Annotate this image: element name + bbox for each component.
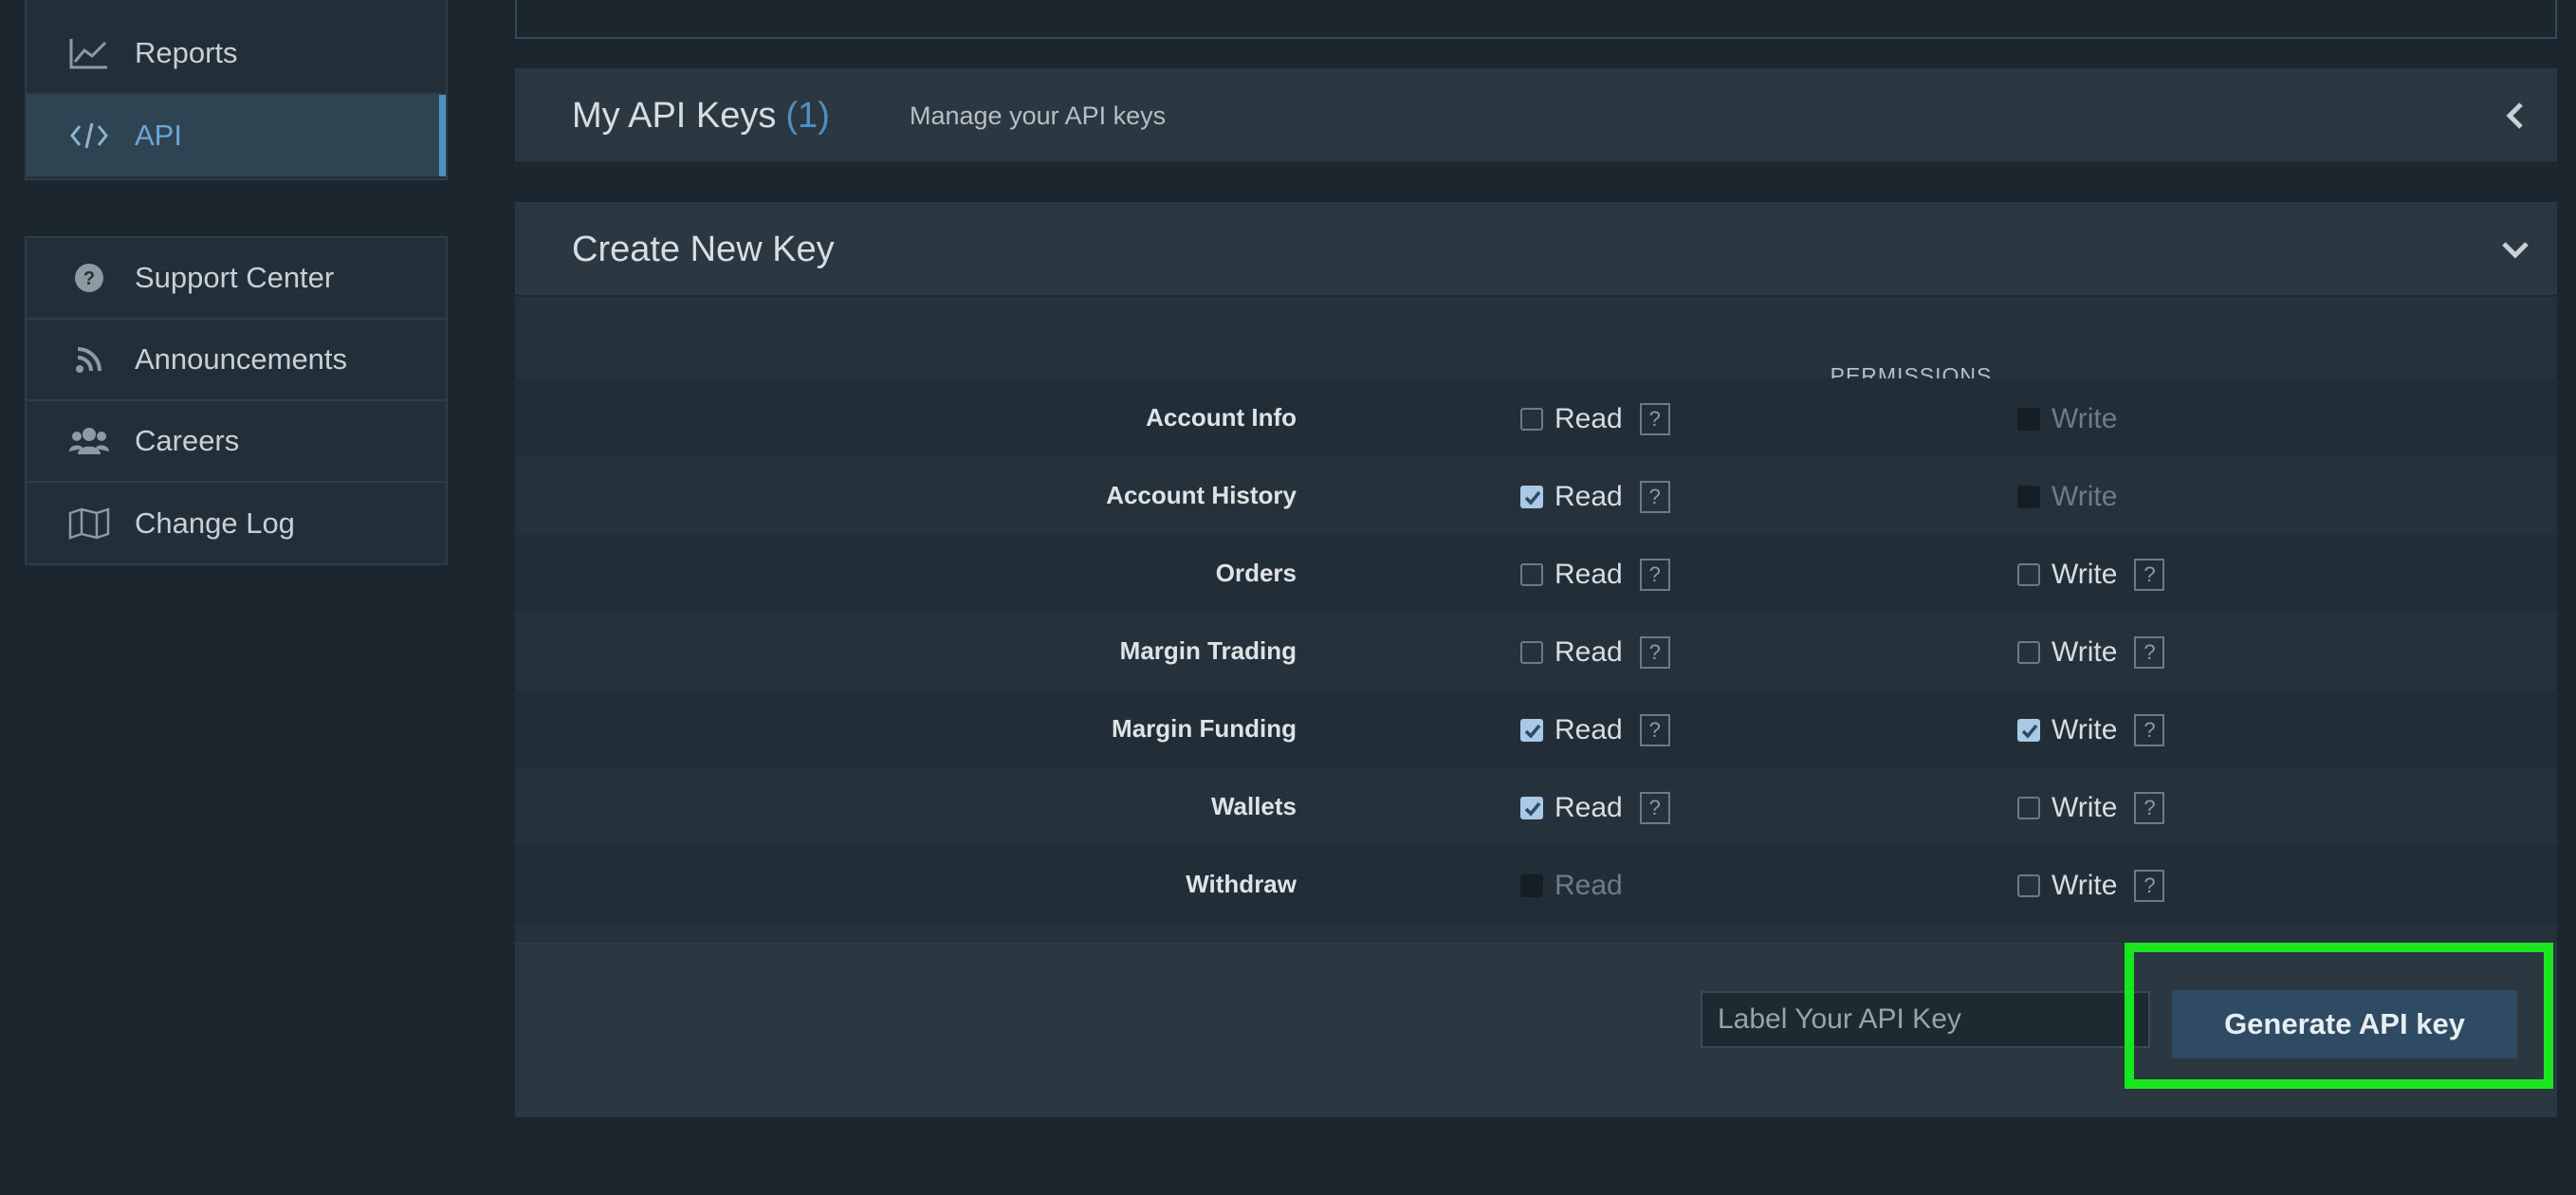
write-label: Write — [2052, 714, 2118, 745]
permission-label: Withdraw — [1186, 869, 1297, 898]
permission-row: Wallets Read? Write? — [515, 767, 2557, 845]
sidebar-item-api[interactable]: API — [27, 95, 446, 176]
help-icon[interactable]: ? — [2134, 870, 2165, 902]
sidebar-nav: Reports API — [25, 0, 448, 180]
read-permission-checkbox[interactable]: Read? — [1520, 792, 1670, 824]
read-label: Read — [1555, 481, 1623, 512]
previous-panel — [515, 0, 2557, 39]
read-permission-checkbox[interactable]: Read? — [1520, 714, 1670, 746]
help-icon[interactable]: ? — [2134, 792, 2165, 824]
sidebar-item-label: API — [135, 119, 182, 152]
read-label: Read — [1555, 714, 1623, 745]
write-label: Write — [2052, 792, 2118, 823]
help-icon[interactable]: ? — [1639, 714, 1670, 746]
read-permission-checkbox[interactable]: Read? — [1520, 636, 1670, 669]
write-permission-checkbox: Write — [2017, 481, 2117, 513]
checkbox-icon — [2017, 408, 2040, 431]
chevron-down-icon[interactable] — [2496, 230, 2534, 268]
checkbox-icon[interactable] — [2017, 874, 2040, 897]
question-circle-icon: ? — [66, 255, 112, 301]
api-key-count: (1) — [785, 95, 830, 136]
help-icon[interactable]: ? — [1639, 403, 1670, 435]
checkbox-icon[interactable] — [1520, 641, 1543, 664]
read-label: Read — [1555, 870, 1623, 901]
write-label: Write — [2052, 403, 2118, 434]
checkbox-icon[interactable] — [2017, 641, 2040, 664]
write-permission-checkbox[interactable]: Write? — [2017, 636, 2165, 669]
permission-row: Account Info Read? Write — [515, 378, 2557, 456]
my-api-keys-title: My API Keys (1) — [572, 95, 830, 136]
read-permission-checkbox[interactable]: Read? — [1520, 559, 1670, 591]
users-icon — [66, 418, 112, 464]
write-permission-checkbox[interactable]: Write? — [2017, 870, 2165, 902]
checkbox-icon[interactable] — [1520, 563, 1543, 586]
permission-label: Margin Trading — [1119, 635, 1297, 665]
checkbox-icon[interactable] — [1520, 408, 1543, 431]
write-permission-checkbox: Write — [2017, 403, 2117, 435]
write-permission-checkbox[interactable]: Write? — [2017, 792, 2165, 824]
create-new-key-title: Create New Key — [572, 229, 835, 269]
help-icon[interactable]: ? — [2134, 636, 2165, 669]
read-permission-checkbox[interactable]: Read? — [1520, 403, 1670, 435]
permission-label: Account History — [1106, 480, 1297, 509]
write-label: Write — [2052, 636, 2118, 668]
help-icon[interactable]: ? — [1639, 636, 1670, 669]
sidebar-help-nav: ? Support Center Announcements Careers C… — [25, 236, 448, 565]
sidebar-item-label: Change Log — [135, 506, 295, 540]
write-label: Write — [2052, 481, 2118, 512]
sidebar-item-careers[interactable]: Careers — [27, 401, 446, 483]
permission-row: Orders Read? Write? — [515, 534, 2557, 612]
write-permission-checkbox[interactable]: Write? — [2017, 559, 2165, 591]
sidebar-item-label: Support Center — [135, 261, 335, 294]
write-permission-checkbox[interactable]: Write? — [2017, 714, 2165, 746]
read-permission-checkbox[interactable]: Read? — [1520, 481, 1670, 513]
checkbox-icon — [2017, 486, 2040, 508]
checkbox-checked-icon[interactable] — [1520, 797, 1543, 819]
svg-text:?: ? — [83, 268, 95, 289]
sidebar-item-reports[interactable]: Reports — [27, 13, 446, 95]
my-api-keys-panel[interactable]: My API Keys (1) Manage your API keys — [515, 68, 2557, 163]
checkbox-icon[interactable] — [2017, 797, 2040, 819]
permission-label: Margin Funding — [1112, 713, 1297, 743]
line-chart-icon — [66, 30, 112, 76]
sidebar-item-announcements[interactable]: Announcements — [27, 320, 446, 401]
my-api-keys-subtitle: Manage your API keys — [910, 101, 1167, 130]
checkbox-checked-icon[interactable] — [1520, 719, 1543, 742]
write-label: Write — [2052, 870, 2118, 901]
read-label: Read — [1555, 559, 1623, 590]
sidebar-item-label: Announcements — [135, 342, 348, 376]
help-icon[interactable]: ? — [2134, 559, 2165, 591]
sidebar-item-label: Reports — [135, 36, 238, 69]
help-icon[interactable]: ? — [2134, 714, 2165, 746]
create-new-key-panel[interactable]: Create New Key — [515, 202, 2557, 297]
help-icon[interactable]: ? — [1639, 559, 1670, 591]
write-label: Write — [2052, 559, 2118, 590]
code-icon — [66, 113, 112, 158]
checkbox-checked-icon[interactable] — [2017, 719, 2040, 742]
read-label: Read — [1555, 792, 1623, 823]
permission-row: Withdraw Read Write? — [515, 845, 2557, 923]
permission-label: Wallets — [1210, 791, 1297, 820]
read-label: Read — [1555, 636, 1623, 668]
chevron-left-icon[interactable] — [2496, 97, 2534, 135]
api-key-label-input[interactable] — [1701, 991, 2150, 1048]
sidebar-item-change-log[interactable]: Change Log — [27, 483, 446, 564]
checkbox-icon[interactable] — [2017, 563, 2040, 586]
permission-label: Account Info — [1146, 402, 1297, 432]
highlight-box — [2125, 943, 2553, 1089]
sidebar-item-label: Careers — [135, 424, 240, 457]
help-icon[interactable]: ? — [1639, 481, 1670, 513]
checkbox-icon — [1520, 874, 1543, 897]
help-icon[interactable]: ? — [1639, 792, 1670, 824]
read-permission-checkbox: Read — [1520, 870, 1623, 902]
checkbox-checked-icon[interactable] — [1520, 486, 1543, 508]
rss-icon — [66, 337, 112, 382]
read-label: Read — [1555, 403, 1623, 434]
permission-label: Orders — [1215, 558, 1297, 587]
permission-row: Margin Trading Read? Write? — [515, 612, 2557, 689]
permission-row: Account History Read? Write — [515, 456, 2557, 534]
sidebar-item-support-center[interactable]: ? Support Center — [27, 238, 446, 320]
permission-row: Margin Funding Read? Write? — [515, 689, 2557, 767]
map-icon — [66, 501, 112, 546]
